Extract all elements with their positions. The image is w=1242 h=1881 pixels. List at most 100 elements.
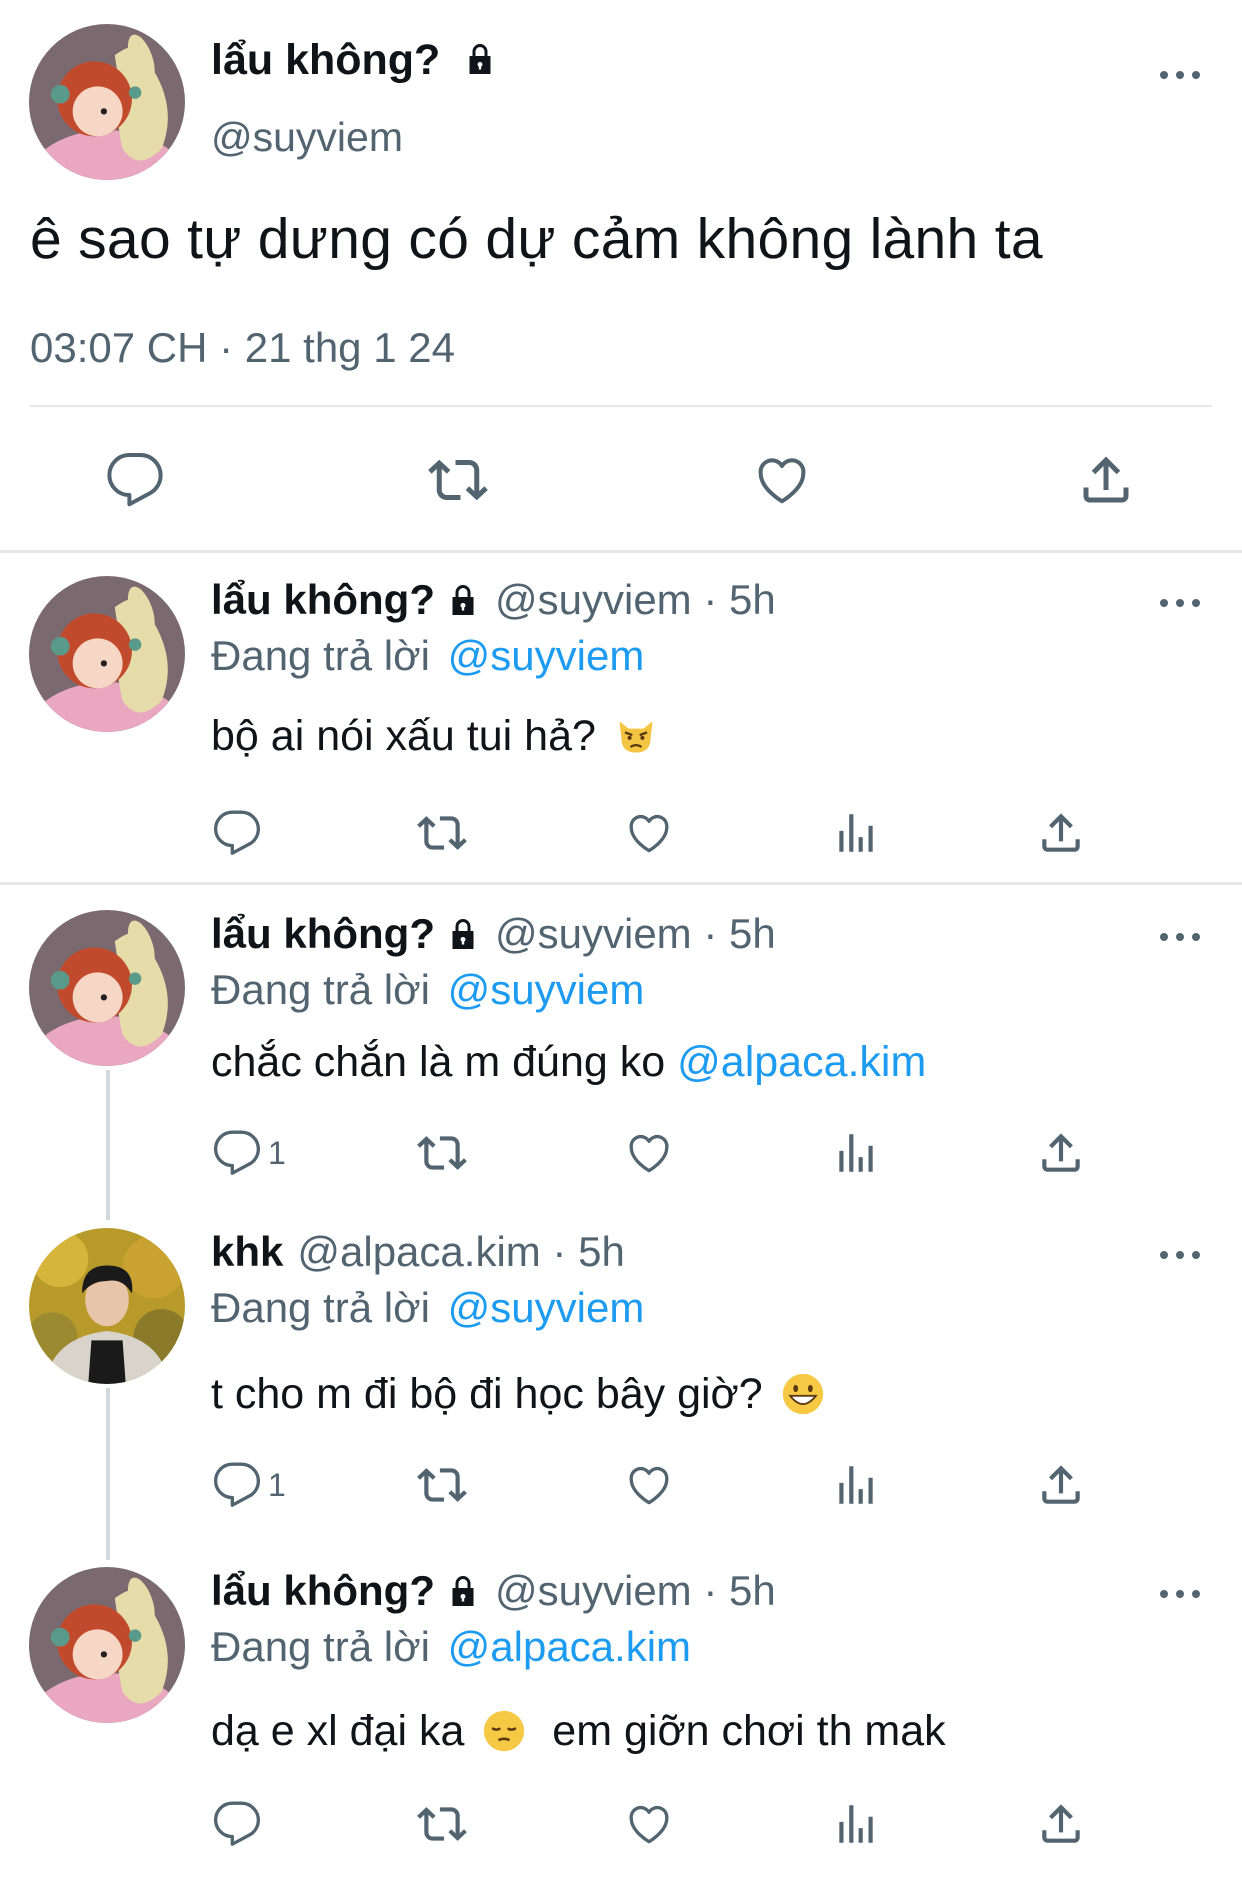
handle-time: @suyviem · 5h <box>495 910 776 957</box>
divider <box>30 405 1212 407</box>
avatar-image <box>29 1567 185 1723</box>
action-bar <box>0 440 1242 520</box>
share-icon <box>1036 1128 1086 1178</box>
like-button[interactable] <box>624 1460 674 1510</box>
replying-to-mention[interactable]: @suyviem <box>448 1284 645 1331</box>
avatar[interactable] <box>29 1228 185 1384</box>
like-button[interactable] <box>752 450 812 510</box>
more-icon[interactable] <box>1160 930 1200 944</box>
reply-button[interactable]: 1 <box>212 1128 286 1178</box>
reply-count: 1 <box>268 1134 286 1171</box>
action-bar <box>0 808 1242 868</box>
reply-icon <box>212 1128 262 1178</box>
reply-count: 1 <box>268 1466 286 1503</box>
avatar-image <box>29 24 185 180</box>
reply-tweet[interactable]: lẩu không? @suyviem · 5h Đang trả lời @su… <box>0 576 1242 876</box>
handle[interactable]: @suyviem <box>211 114 403 161</box>
replying-to-mention[interactable]: @alpaca.kim <box>448 1623 691 1670</box>
pensive-face-emoji <box>484 1710 525 1752</box>
views-button[interactable] <box>831 808 881 858</box>
reply-icon <box>212 1799 262 1849</box>
lock-icon <box>452 585 474 615</box>
retweet-button[interactable] <box>417 808 467 858</box>
retweet-button[interactable] <box>417 1799 467 1849</box>
more-icon[interactable] <box>1160 1248 1200 1262</box>
share-icon <box>1036 1460 1086 1510</box>
retweet-icon <box>417 808 467 858</box>
like-icon <box>752 450 812 510</box>
replying-label: Đang trả lời <box>211 966 430 1013</box>
reply-tweet[interactable]: khk @alpaca.kim · 5h Đang trả lời @suyvie… <box>0 1228 1242 1528</box>
avatar-image <box>29 1228 185 1384</box>
text-mention[interactable]: @alpaca.kim <box>677 1038 926 1086</box>
retweet-button[interactable] <box>417 1460 467 1510</box>
lock-icon <box>469 44 491 74</box>
share-button[interactable] <box>1036 1128 1086 1178</box>
like-icon <box>624 1799 674 1849</box>
reply-button[interactable] <box>212 1799 268 1849</box>
replying-label: Đang trả lời <box>211 632 430 679</box>
display-name[interactable]: lẩu không? <box>211 576 435 623</box>
more-icon[interactable] <box>1160 1587 1200 1601</box>
reply-button[interactable] <box>212 808 268 858</box>
views-icon <box>831 1460 881 1510</box>
share-button[interactable] <box>1036 1799 1086 1849</box>
lock-icon <box>452 919 474 949</box>
handle-time: @alpaca.kim · 5h <box>297 1228 625 1275</box>
tweet-text-continued: em giỡn chơi th mak <box>552 1707 946 1755</box>
share-icon <box>1036 808 1086 858</box>
share-icon <box>1036 1799 1086 1849</box>
reply-icon <box>212 808 262 858</box>
display-name[interactable]: khk <box>211 1228 283 1275</box>
replying-label: Đang trả lời <box>211 1623 430 1670</box>
retweet-icon <box>417 1460 467 1510</box>
share-button[interactable] <box>1076 450 1136 510</box>
reply-icon <box>105 450 165 510</box>
views-button[interactable] <box>831 1799 881 1849</box>
display-name[interactable]: lẩu không? <box>211 910 435 957</box>
like-button[interactable] <box>624 1799 674 1849</box>
share-button[interactable] <box>1036 808 1086 858</box>
retweet-button[interactable] <box>428 450 488 510</box>
reply-tweet[interactable]: lẩu không? @suyviem · 5h Đang trả lời @al… <box>0 1567 1242 1867</box>
tweet-text: bộ ai nói xấu tui hả? <box>211 712 596 760</box>
retweet-icon <box>417 1799 467 1849</box>
tweet-text: dạ e xl đại ka <box>211 1707 465 1755</box>
reply-tweet[interactable]: lẩu không? @suyviem · 5h Đang trả lời @su… <box>0 910 1242 1210</box>
action-bar: 1 <box>0 1128 1242 1188</box>
replying-to-mention[interactable]: @suyviem <box>448 632 645 679</box>
pouting-cat-emoji <box>619 721 653 753</box>
like-icon <box>624 1460 674 1510</box>
share-button[interactable] <box>1036 1460 1086 1510</box>
avatar-image <box>29 910 185 1066</box>
action-bar: 1 <box>0 1460 1242 1520</box>
tweet-text: ê sao tự dưng có dự cảm không lành ta <box>30 207 1043 271</box>
views-icon <box>831 1799 881 1849</box>
replying-label: Đang trả lời <box>211 1284 430 1331</box>
divider <box>0 550 1242 553</box>
more-icon[interactable] <box>1160 68 1200 82</box>
display-name[interactable]: lẩu không? <box>211 36 440 84</box>
retweet-button[interactable] <box>417 1128 467 1178</box>
display-name[interactable]: lẩu không? <box>211 1567 435 1614</box>
timestamp[interactable]: 03:07 CH · 21 thg 1 24 <box>30 324 455 372</box>
more-icon[interactable] <box>1160 596 1200 610</box>
handle-time: @suyviem · 5h <box>495 576 776 623</box>
reply-button[interactable] <box>105 450 165 510</box>
replying-to-mention[interactable]: @suyviem <box>448 966 645 1013</box>
reply-button[interactable]: 1 <box>212 1460 286 1510</box>
like-button[interactable] <box>624 808 674 858</box>
handle-time: @suyviem · 5h <box>495 1567 776 1614</box>
views-button[interactable] <box>831 1460 881 1510</box>
like-button[interactable] <box>624 1128 674 1178</box>
like-icon <box>624 1128 674 1178</box>
retweet-icon <box>417 1128 467 1178</box>
avatar[interactable] <box>29 910 185 1066</box>
share-icon <box>1076 450 1136 510</box>
views-icon <box>831 1128 881 1178</box>
avatar[interactable] <box>29 576 185 732</box>
avatar-image <box>29 576 185 732</box>
avatar[interactable] <box>29 24 185 180</box>
views-button[interactable] <box>831 1128 881 1178</box>
avatar[interactable] <box>29 1567 185 1723</box>
